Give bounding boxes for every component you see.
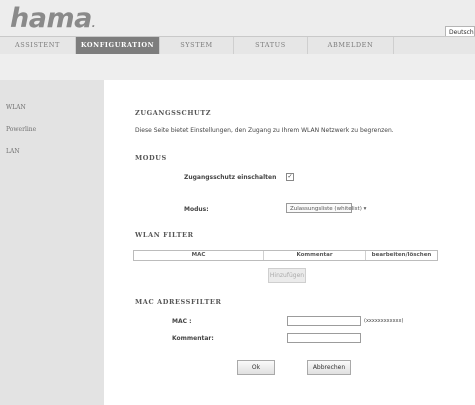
hama-logo[interactable]: hama. bbox=[10, 3, 96, 34]
header: hama. Deutsch ▾ bbox=[0, 0, 475, 38]
enable-access-control-label: Zugangsschutz einschalten bbox=[184, 174, 277, 181]
logo-text: hama bbox=[10, 3, 92, 34]
sidebar-item-lan[interactable]: LAN bbox=[6, 148, 20, 155]
mac-label: MAC : bbox=[172, 318, 192, 325]
page-title: ZUGANGSSCHUTZ bbox=[135, 109, 212, 117]
page-description: Diese Seite bietet Einstellungen, den Zu… bbox=[135, 127, 394, 134]
column-edit-delete: bearbeiten/löschen bbox=[371, 252, 432, 258]
comment-input[interactable] bbox=[287, 333, 361, 343]
subnav-bar bbox=[0, 54, 475, 80]
tab-assistent[interactable]: ASSISTENT bbox=[0, 37, 76, 54]
mac-format-hint: (xxxxxxxxxxxx) bbox=[364, 318, 404, 324]
tab-status[interactable]: STATUS bbox=[234, 37, 308, 54]
tab-konfiguration[interactable]: KONFIGURATION bbox=[76, 37, 160, 54]
comment-label: Kommentar: bbox=[172, 335, 214, 342]
mac-input[interactable] bbox=[287, 316, 361, 326]
modus-heading: MODUS bbox=[135, 154, 167, 162]
ok-button[interactable]: Ok bbox=[237, 360, 275, 375]
wlan-filter-heading: WLAN FILTER bbox=[135, 231, 194, 239]
sidebar-item-powerline[interactable]: Powerline bbox=[6, 126, 36, 133]
enable-access-control-checkbox[interactable]: ✓ bbox=[286, 173, 294, 181]
top-nav: ASSISTENT KONFIGURATION SYSTEM STATUS AB… bbox=[0, 36, 475, 55]
mode-select[interactable]: Zulassungsliste (whitelist) ▾ bbox=[286, 203, 366, 213]
cancel-button[interactable]: Abbrechen bbox=[307, 360, 351, 375]
sidebar-item-wlan[interactable]: WLAN bbox=[6, 104, 26, 111]
add-button[interactable]: Hinzufügen bbox=[268, 268, 306, 283]
mac-filter-heading: MAC ADRESSFILTER bbox=[135, 298, 222, 306]
column-mac: MAC bbox=[134, 251, 264, 260]
main-content: ZUGANGSSCHUTZ Diese Seite bietet Einstel… bbox=[104, 80, 475, 405]
logo-dot: . bbox=[91, 19, 96, 30]
sidebar: WLAN Powerline LAN bbox=[0, 80, 104, 405]
column-kommentar: Kommentar bbox=[264, 251, 366, 260]
wlan-filter-table: MAC Kommentar bearbeiten/löschen bbox=[133, 250, 438, 261]
tab-system[interactable]: SYSTEM bbox=[160, 37, 234, 54]
mode-label: Modus: bbox=[184, 206, 209, 213]
tab-abmelden[interactable]: ABMELDEN bbox=[308, 37, 394, 54]
